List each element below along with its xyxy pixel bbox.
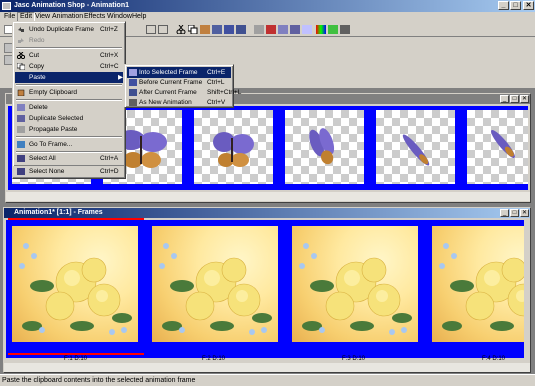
clipboard-icon <box>17 89 25 96</box>
butterfly-image <box>309 128 335 165</box>
menu-cut-item[interactable]: Cut Ctrl+X <box>15 50 123 61</box>
paste-new-animation-icon <box>129 99 137 106</box>
butterfly-horizontal-scrollbar[interactable] <box>6 192 530 201</box>
frames-window-title: Animation1* [1:1] - Frames <box>4 208 530 218</box>
optimize-tool-icon[interactable] <box>328 25 338 34</box>
scissors-icon <box>17 52 25 59</box>
menu-copy-item[interactable]: Copy Ctrl+C <box>15 61 123 72</box>
butterfly-frame[interactable] <box>463 106 528 188</box>
menu-separator <box>16 84 122 86</box>
menu-paste-item[interactable]: Paste ▶ <box>15 72 123 83</box>
menu-propagate-paste-item[interactable]: Propagate Paste <box>15 124 123 135</box>
delete-icon <box>17 104 25 111</box>
butterfly-image <box>402 134 430 166</box>
menu-delete-item[interactable]: Delete <box>15 102 123 113</box>
menu-separator <box>16 47 122 49</box>
butterfly-minimize-button[interactable]: _ <box>500 95 509 103</box>
frame-4-label: F:4 D:10 <box>482 356 506 362</box>
redo-tool-icon[interactable] <box>158 25 168 34</box>
copy-tool-icon[interactable] <box>187 24 198 35</box>
frames-minimize-button[interactable]: _ <box>500 209 509 217</box>
butterfly-frame[interactable] <box>190 106 277 188</box>
frame-2-label: F:2 D:10 <box>202 356 226 362</box>
maximize-button[interactable]: □ <box>510 1 521 10</box>
menu-undo-item[interactable]: Undo Duplicate Frame Ctrl+Z <box>15 24 123 35</box>
palette-tool-icon[interactable] <box>316 25 326 34</box>
butterfly-frame[interactable] <box>372 106 459 188</box>
paste-as-new-animation-item[interactable]: As New Animation Ctrl+V <box>127 97 231 108</box>
frames-maximize-button[interactable]: □ <box>510 209 519 217</box>
selected-frame-bottom-marker <box>8 353 144 355</box>
menu-separator <box>16 151 122 153</box>
butterfly-image <box>213 132 254 167</box>
submenu-arrow-icon: ▶ <box>118 74 123 81</box>
paste-frame-tool-icon[interactable] <box>212 25 222 34</box>
paste-after-tool-icon[interactable] <box>236 25 246 34</box>
app-icon[interactable] <box>2 2 11 10</box>
paste-after-icon <box>129 89 137 96</box>
scissors-tool-icon[interactable] <box>176 24 186 35</box>
select-none-icon <box>17 168 25 175</box>
rose-image <box>12 226 138 342</box>
frames-strip <box>6 220 524 358</box>
rose-image <box>432 226 524 342</box>
menu-separator <box>16 136 122 138</box>
butterfly-image <box>491 129 515 159</box>
window-title: Jasc Animation Shop - Animation1 <box>14 2 129 9</box>
menu-redo-item: Redo <box>15 35 123 46</box>
goto-frame-icon <box>17 141 25 148</box>
menu-duplicate-selected-item[interactable]: Duplicate Selected <box>15 113 123 124</box>
rose-frame-2[interactable] <box>146 220 284 348</box>
close-button[interactable]: ✕ <box>523 1 534 10</box>
butterfly-close-button[interactable]: ✕ <box>520 95 529 103</box>
menu-help[interactable]: Help <box>130 12 148 22</box>
rose-frame-4[interactable] <box>426 220 524 348</box>
frames-horizontal-scrollbar[interactable] <box>4 363 530 372</box>
frame-3-label: F:3 D:10 <box>342 356 366 362</box>
menu-goto-frame-item[interactable]: Go To Frame... <box>15 139 123 150</box>
undo-icon <box>18 27 24 32</box>
duplicate-icon <box>17 115 25 122</box>
copy-icon <box>17 63 25 70</box>
frames-window: Animation1* [1:1] - Frames _ □ ✕ F:1 D:1… <box>3 207 531 373</box>
redo-icon <box>18 38 24 43</box>
crop-tool-icon[interactable] <box>290 25 300 34</box>
paste-into-frame-icon <box>129 69 137 76</box>
menu-separator <box>16 99 122 101</box>
frames-close-button[interactable]: ✕ <box>520 209 529 217</box>
rose-frame-3[interactable] <box>286 220 424 348</box>
paste-tool-icon[interactable] <box>200 25 210 34</box>
undo-tool-icon[interactable] <box>146 25 156 34</box>
paste-submenu: Into Selected Frame Ctrl+E Before Current… <box>124 64 241 108</box>
frame-1-label: F:1 D:10 <box>64 356 88 362</box>
rose-frame-1[interactable] <box>6 220 144 348</box>
resize-tool-icon[interactable] <box>302 25 312 34</box>
status-bar: Paste the clipboard contents into the se… <box>0 374 535 386</box>
properties-tool-icon[interactable] <box>254 25 264 34</box>
menu-select-all-item[interactable]: Select All Ctrl+A <box>15 154 123 163</box>
edit-menu: Undo Duplicate Frame Ctrl+Z Redo Cut Ctrl+… <box>12 21 126 167</box>
select-all-icon <box>17 155 25 162</box>
selected-frame-top-marker <box>8 218 144 220</box>
paste-before-icon <box>129 79 137 86</box>
menu-select-none-item[interactable]: Select None Ctrl+D <box>15 166 123 177</box>
butterfly-frame[interactable] <box>281 106 368 188</box>
minimize-button[interactable]: _ <box>498 1 509 10</box>
paste-before-tool-icon[interactable] <box>224 25 234 34</box>
app-title-bar: Jasc Animation Shop - Animation1 <box>0 0 535 12</box>
butterfly-maximize-button[interactable]: □ <box>510 95 519 103</box>
view-tool-icon[interactable] <box>340 25 350 34</box>
rose-image <box>152 226 278 342</box>
frame-props-tool-icon[interactable] <box>278 25 288 34</box>
propagate-icon <box>17 126 25 133</box>
menu-empty-clipboard-item[interactable]: Empty Clipboard <box>15 87 123 98</box>
rose-image <box>292 226 418 342</box>
edit-menu-tail: Select None Ctrl+D <box>12 166 126 179</box>
delete-tool-icon[interactable] <box>266 25 276 34</box>
